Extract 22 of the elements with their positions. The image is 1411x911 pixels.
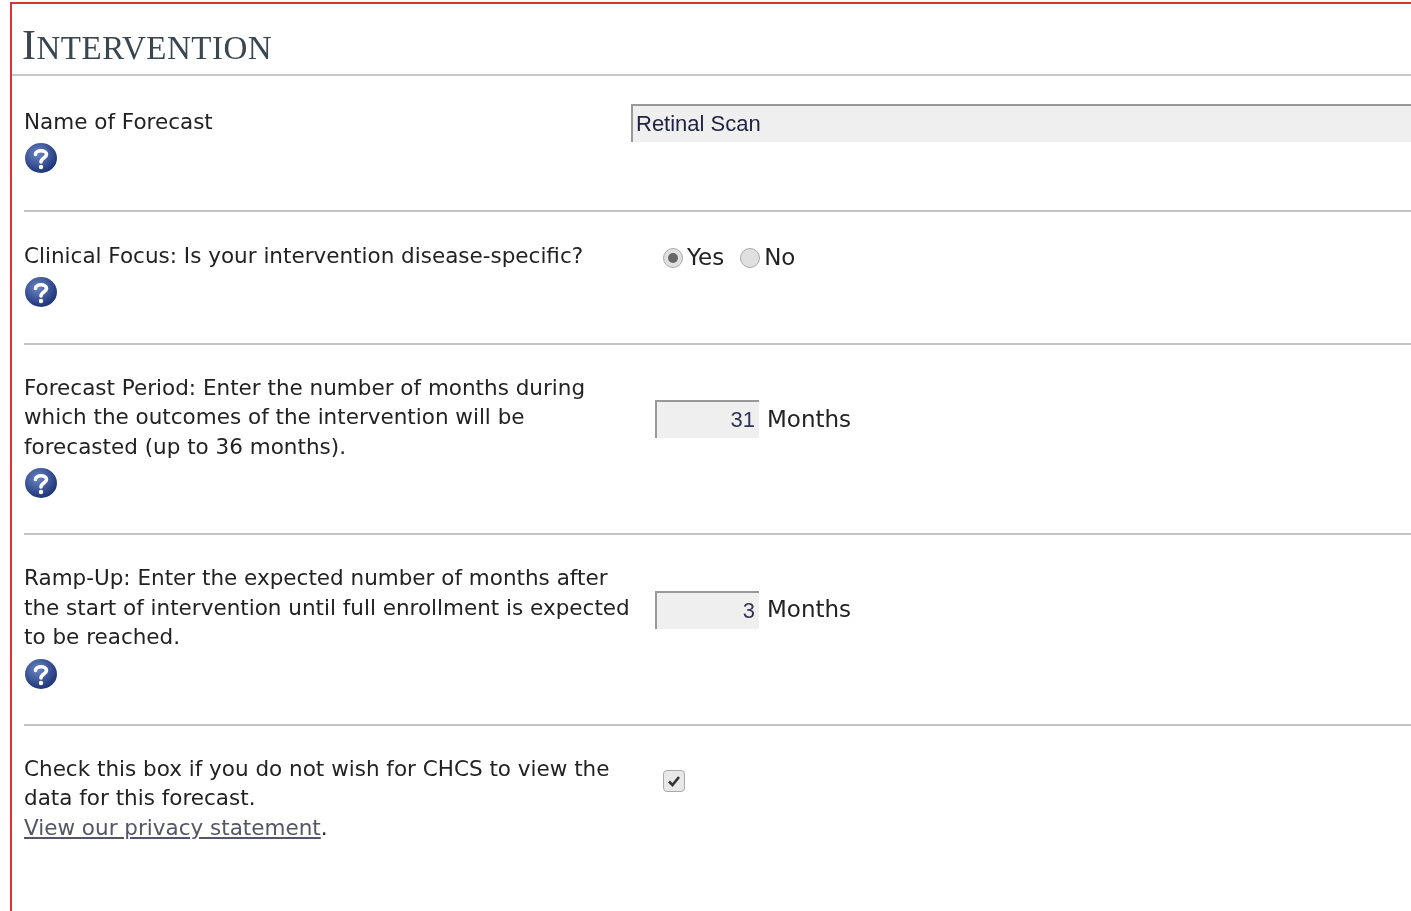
field-label: Name of Forecast bbox=[24, 107, 214, 136]
radio-button[interactable] bbox=[740, 247, 761, 268]
help-icon[interactable] bbox=[24, 142, 58, 175]
number-field[interactable]: 3 bbox=[655, 590, 759, 629]
help-icon[interactable] bbox=[24, 467, 58, 500]
unit-label: Months bbox=[767, 404, 852, 434]
unit-label: Months bbox=[767, 595, 852, 625]
radio-label: No bbox=[764, 243, 796, 273]
number-field[interactable]: 31 bbox=[655, 400, 759, 439]
field-label: Clinical Focus: Is your intervention disease-specific? bbox=[24, 241, 585, 270]
field-label: Check this box if you do not wish for CHCS to view the data for this forecast. View our privacy statement. bbox=[24, 754, 611, 842]
text-field[interactable]: Retinal Scan bbox=[631, 104, 1411, 143]
radio-button[interactable] bbox=[663, 247, 683, 268]
field-label: Ramp-Up: Enter the expected number of months after the start of intervention until full enrollment is expected to be reached. bbox=[24, 564, 631, 652]
privacy-link[interactable]: View our privacy statement bbox=[24, 814, 321, 840]
checkbox[interactable] bbox=[663, 770, 685, 793]
help-icon[interactable] bbox=[24, 276, 58, 309]
radio-label: Yes bbox=[687, 243, 725, 273]
help-icon[interactable] bbox=[24, 657, 58, 690]
check-icon bbox=[667, 774, 681, 789]
field-label: Forecast Period: Enter the number of months during which the outcomes of the intervention will be forecasted (up to 36 months). bbox=[24, 373, 587, 461]
section-title: INTERVENTION bbox=[12, 4, 1411, 77]
